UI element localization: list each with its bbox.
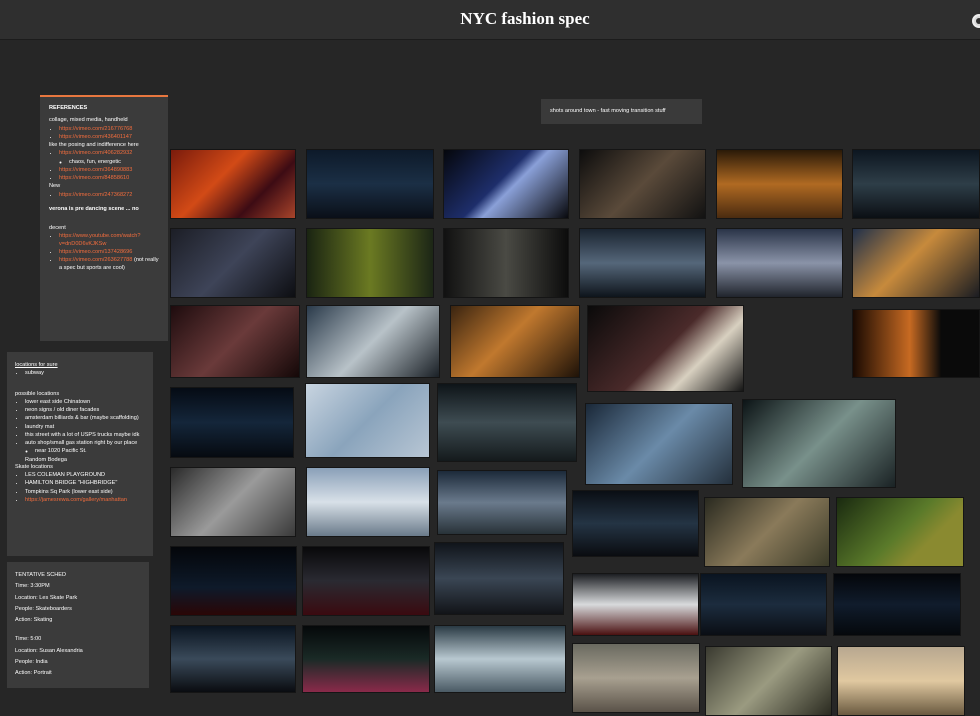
reference-image-thumbnail[interactable]	[443, 228, 569, 298]
reference-image-thumbnail[interactable]	[450, 305, 580, 378]
reference-image-thumbnail[interactable]	[572, 490, 699, 557]
reference-link[interactable]: https://vimeo.com/247368272	[59, 192, 132, 198]
reference-image-thumbnail[interactable]	[170, 625, 296, 693]
reference-image-thumbnail[interactable]	[572, 643, 700, 713]
references-subnote: chaos, fun, energetic	[69, 159, 159, 166]
reference-image-thumbnail[interactable]	[700, 573, 827, 636]
reference-image-thumbnail[interactable]	[306, 228, 434, 298]
location-item: amsterdam billiards & bar (maybe scaffol…	[25, 415, 145, 422]
locations-card[interactable]: locations for sure subway possible locat…	[7, 352, 153, 556]
reference-image-thumbnail[interactable]	[170, 387, 294, 458]
location-item: auto shop/small gas station right by our…	[25, 440, 145, 447]
reference-link[interactable]: https://vimeo.com/263627788	[59, 257, 132, 263]
board-title: NYC fashion spec	[460, 9, 590, 28]
location-item: Random Bodega	[25, 456, 67, 463]
reference-link[interactable]: https://vimeo.com/216776768	[59, 126, 132, 132]
schedule-card[interactable]: TENTATIVE SCHED Time: 3:30PM Location: L…	[7, 562, 149, 688]
reference-link[interactable]: https://vimeo.com/84858610	[59, 175, 129, 181]
reference-image-thumbnail[interactable]	[437, 470, 567, 535]
reference-image-thumbnail[interactable]	[170, 228, 296, 298]
schedule-line: Location: Susan Alexandria	[15, 647, 83, 654]
reference-link[interactable]: https://www.youtube.com/watch?v=dnD0D6vK…	[59, 233, 140, 246]
schedule-line: People: Skateboarders	[15, 605, 72, 612]
reference-link[interactable]: https://vimeo.com/364890883	[59, 167, 132, 173]
references-text: decent	[49, 225, 66, 232]
reference-image-thumbnail[interactable]	[852, 149, 980, 219]
locations-subheading: possible locations	[15, 390, 60, 397]
reference-image-thumbnail[interactable]	[443, 149, 569, 219]
location-item: subway	[25, 370, 145, 377]
reference-image-thumbnail[interactable]	[305, 383, 430, 458]
reference-image-thumbnail[interactable]	[170, 546, 297, 616]
reference-image-thumbnail[interactable]	[836, 497, 964, 567]
schedule-line: Time: 3:30PM	[15, 583, 50, 590]
transition-note[interactable]: shots around town - fast moving transiti…	[541, 99, 702, 124]
skate-location-item: HAMILTON BRIDGE "HIGHBRIDGE"	[25, 480, 145, 487]
reference-image-thumbnail[interactable]	[833, 573, 961, 636]
reference-image-thumbnail[interactable]	[434, 625, 566, 693]
reference-image-thumbnail[interactable]	[306, 305, 440, 378]
reference-image-thumbnail[interactable]	[837, 646, 965, 716]
location-item: laundry mat	[25, 424, 145, 431]
reference-image-thumbnail[interactable]	[852, 228, 980, 298]
location-item: neon signs / old diner facades	[25, 407, 145, 414]
reference-link[interactable]: https://vimeo.com/137428696	[59, 249, 132, 255]
references-text: like the posing and indifference here	[49, 142, 139, 149]
reference-link[interactable]: https://vimeo.com/436401147	[59, 134, 132, 140]
reference-image-thumbnail[interactable]	[306, 467, 430, 537]
location-subitem: near 1020 Pacific St.	[35, 448, 145, 455]
reference-image-thumbnail[interactable]	[306, 149, 434, 219]
reference-image-thumbnail[interactable]	[579, 228, 706, 298]
board-header: NYC fashion spec	[0, 0, 980, 40]
reference-image-thumbnail[interactable]	[705, 646, 832, 716]
references-heading: REFERENCES	[49, 105, 88, 111]
reference-image-thumbnail[interactable]	[704, 497, 830, 567]
skate-location-item: Tompkins Sq Park (lower east side)	[25, 489, 145, 496]
schedule-line: Action: Portrait	[15, 670, 52, 677]
locations-heading: locations for sure	[15, 362, 58, 368]
reference-image-thumbnail[interactable]	[170, 149, 296, 219]
reference-image-thumbnail[interactable]	[302, 546, 430, 616]
location-item: this street with a lot of USPS trucks ma…	[25, 432, 145, 439]
reference-link[interactable]: https://vimeo.com/406282932	[59, 150, 132, 156]
reference-image-thumbnail[interactable]	[579, 149, 706, 219]
location-item: lower east side Chinatown	[25, 399, 145, 406]
skate-location-link[interactable]: https://jamesrewa.com/gallery/manhattan	[25, 497, 127, 503]
reference-image-thumbnail[interactable]	[302, 625, 430, 693]
reference-image-thumbnail[interactable]	[170, 467, 296, 537]
schedule-line: Action: Skating	[15, 617, 53, 624]
schedule-line: People: India	[15, 658, 48, 665]
references-card[interactable]: REFERENCES collage, mixed media, handhel…	[40, 95, 168, 341]
references-text: New	[49, 183, 61, 190]
reference-image-thumbnail[interactable]	[852, 309, 980, 378]
references-text: verona is pre dancing scene ... no	[49, 205, 139, 212]
reference-image-thumbnail[interactable]	[742, 399, 896, 488]
close-icon[interactable]	[972, 14, 980, 28]
locations-subheading: Skate locations	[15, 463, 53, 470]
reference-image-thumbnail[interactable]	[587, 305, 744, 392]
reference-image-thumbnail[interactable]	[434, 542, 564, 615]
reference-image-thumbnail[interactable]	[716, 228, 843, 298]
reference-image-thumbnail[interactable]	[716, 149, 843, 219]
skate-location-item: LES COLEMAN PLAYGROUND	[25, 472, 145, 479]
reference-image-thumbnail[interactable]	[437, 383, 577, 462]
reference-image-thumbnail[interactable]	[170, 305, 300, 378]
schedule-heading: TENTATIVE SCHED	[15, 572, 67, 578]
schedule-line: Location: Les Skate Park	[15, 594, 78, 601]
reference-image-thumbnail[interactable]	[572, 573, 699, 636]
schedule-line: Time: 5:00	[15, 636, 42, 643]
reference-image-thumbnail[interactable]	[585, 403, 733, 485]
references-text: collage, mixed media, handheld	[49, 117, 128, 124]
